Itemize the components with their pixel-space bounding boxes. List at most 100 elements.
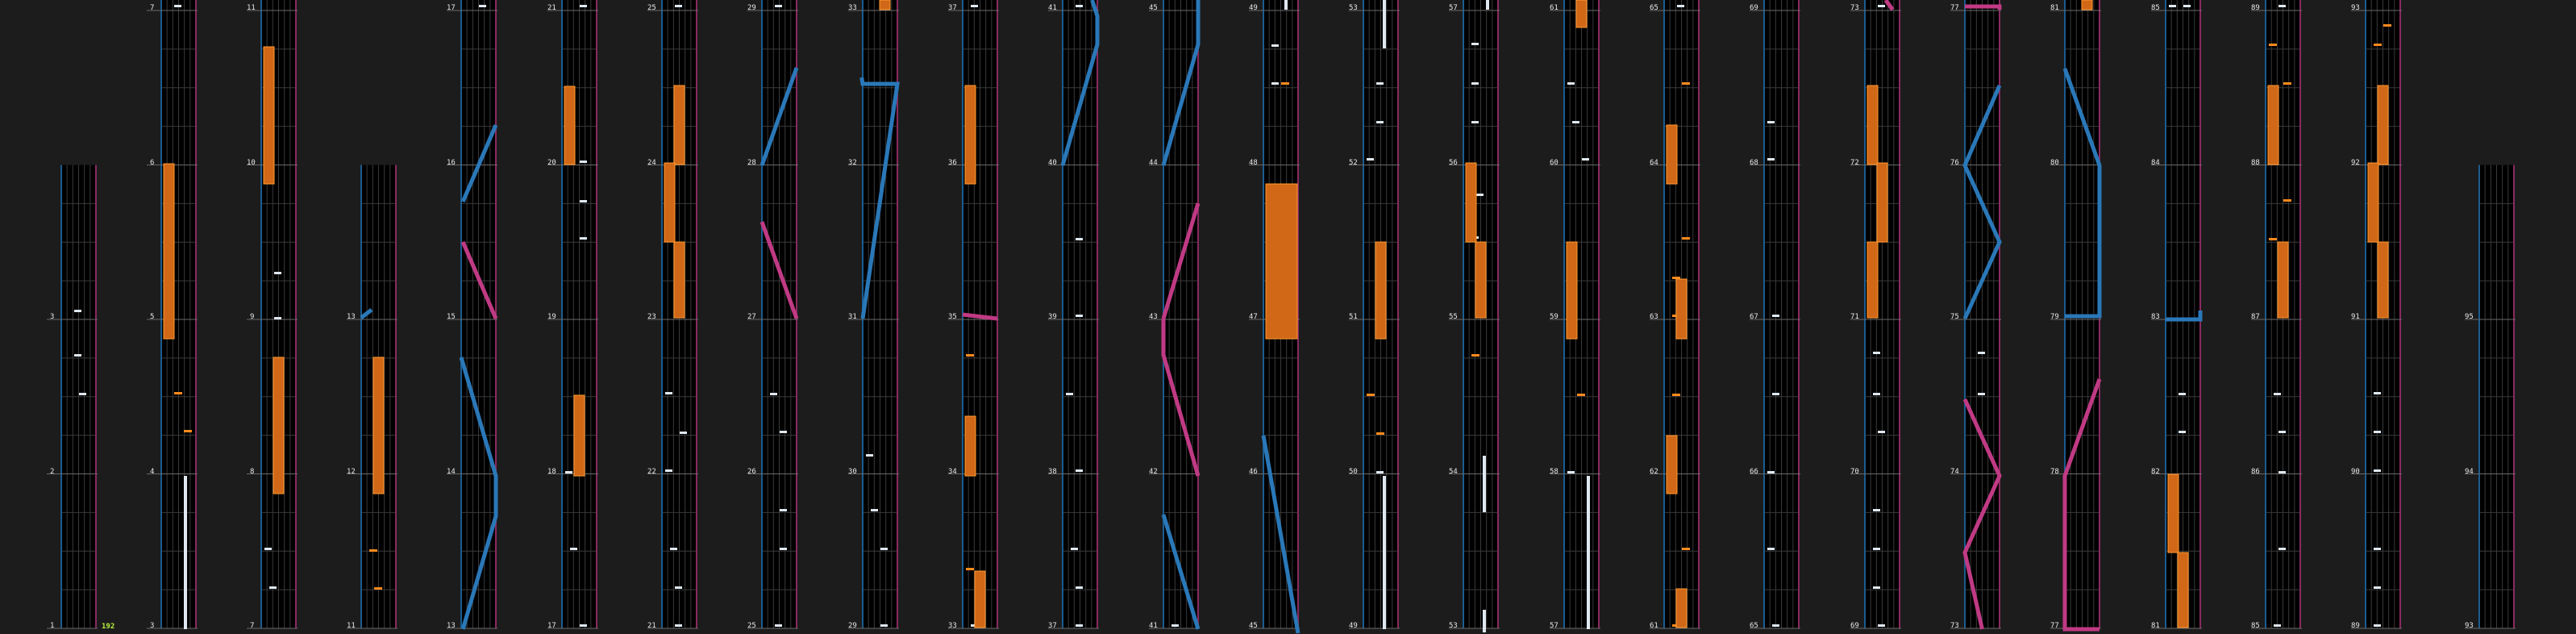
- tap-note: [780, 548, 787, 550]
- hold-bar: [879, 0, 891, 10]
- measure-number: 24: [647, 158, 656, 167]
- measure-number: 6: [150, 158, 155, 167]
- measure-number: 49: [1349, 622, 1358, 630]
- hold-bar: [1375, 241, 1387, 340]
- measure-number: 26: [747, 467, 756, 476]
- measure-number: 32: [848, 158, 857, 167]
- measure-number: 86: [2251, 467, 2260, 476]
- measure-number: 41: [1048, 4, 1057, 12]
- tap-note: [1772, 624, 1779, 627]
- measure-number: 62: [1650, 467, 1658, 476]
- tap-note: [871, 509, 878, 511]
- tap-note: [1271, 82, 1279, 85]
- measure-number: 42: [1149, 467, 1158, 476]
- hold-bar: [673, 241, 685, 319]
- tap-note: [2278, 5, 2286, 7]
- tap-note: [2169, 5, 2176, 7]
- tap-note: [880, 548, 888, 550]
- measure-number: 45: [1249, 622, 1258, 630]
- hold-bar: [263, 46, 275, 185]
- measure-number: 92: [2351, 158, 2360, 167]
- tap-note: [680, 432, 687, 434]
- tap-note: [866, 454, 873, 457]
- measure-number: 29: [747, 4, 756, 12]
- measure-number: 7: [150, 4, 155, 12]
- measure-number: 81: [2050, 4, 2059, 12]
- hold-bar: [2081, 0, 2093, 10]
- orange-note: [2269, 44, 2277, 46]
- tap-note: [479, 5, 486, 7]
- measure-number: 56: [1449, 158, 1458, 167]
- measure-number: 89: [2251, 4, 2260, 12]
- measure-number: 22: [647, 467, 656, 476]
- tap-note: [269, 586, 277, 589]
- tap-note: [1772, 315, 1779, 317]
- measure-number: 20: [547, 158, 556, 167]
- orange-note: [1376, 432, 1384, 435]
- measure-number: 3: [50, 313, 55, 321]
- measure-number: 7: [250, 622, 255, 630]
- hold-bar: [2277, 241, 2289, 319]
- tap-note: [1677, 5, 1684, 7]
- tap-note: [2274, 624, 2281, 627]
- orange-note: [1281, 82, 1289, 85]
- hold-bar: [664, 162, 676, 243]
- measure-number: 85: [2251, 622, 2260, 630]
- measure-number: 71: [1850, 313, 1859, 321]
- tap-note: [2179, 393, 2186, 395]
- measure-number: 13: [447, 622, 456, 630]
- tap-note: [74, 310, 81, 312]
- tap-note: [780, 509, 787, 511]
- measure-number: 81: [2151, 622, 2160, 630]
- measure-number: 53: [1449, 622, 1458, 630]
- hold-bar: [964, 415, 976, 477]
- measure-number: 41: [1149, 622, 1158, 630]
- tap-note: [274, 272, 281, 274]
- tap-note: [675, 5, 682, 7]
- tap-note: [570, 548, 577, 550]
- measure-number: 1: [50, 622, 55, 630]
- tap-note: [1873, 509, 1880, 511]
- tap-note: [1582, 158, 1589, 161]
- hold-bar: [2377, 85, 2389, 165]
- hold-bar: [2167, 473, 2179, 553]
- measure-number: 23: [647, 313, 656, 321]
- measure-number: 11: [347, 622, 356, 630]
- measure-number: 67: [1750, 313, 1758, 321]
- tap-note: [1572, 121, 1579, 123]
- hold-bar: [2377, 241, 2389, 319]
- measure-number: 2: [50, 467, 55, 476]
- tap-note: [174, 5, 181, 7]
- measure-number: 36: [948, 158, 957, 167]
- tap-note: [665, 392, 672, 394]
- measure-number: 55: [1449, 313, 1458, 321]
- tap-note: [1076, 624, 1083, 627]
- measure-number: 25: [747, 622, 756, 630]
- tap-note: [1873, 352, 1880, 354]
- tap-note: [2278, 431, 2286, 433]
- tap-note: [1978, 352, 1985, 354]
- tap-note: [2374, 392, 2381, 394]
- measure-number: 48: [1249, 158, 1258, 167]
- tap-note: [1476, 194, 1484, 196]
- hold-bar: [1666, 124, 1678, 185]
- measure-number: 61: [1650, 622, 1658, 630]
- tap-note: [1076, 5, 1083, 7]
- measure-number: 8: [250, 467, 255, 476]
- tap-note: [2374, 431, 2381, 433]
- tap-note: [770, 393, 777, 395]
- long-white-note: [1383, 476, 1386, 629]
- measure-number: 37: [1048, 622, 1057, 630]
- orange-note: [1682, 548, 1690, 550]
- measure-number: 38: [1048, 467, 1057, 476]
- measure-number: 21: [647, 622, 656, 630]
- tap-note: [2179, 431, 2186, 433]
- tap-note: [1471, 43, 1479, 45]
- measure-number: 27: [747, 313, 756, 321]
- tap-note: [1873, 548, 1880, 550]
- measure-number: 77: [2050, 622, 2059, 630]
- long-white-note: [1486, 0, 1489, 10]
- measure-number: 66: [1750, 467, 1758, 476]
- orange-note: [374, 587, 382, 590]
- long-white-note: [1483, 610, 1486, 632]
